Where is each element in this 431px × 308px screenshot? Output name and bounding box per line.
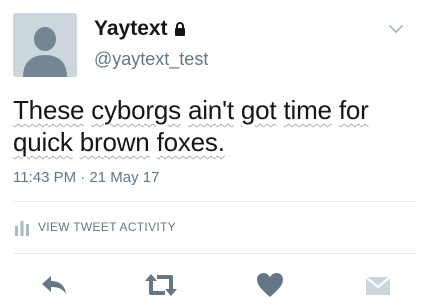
tweet-word: brown [79, 127, 150, 157]
bar-chart-icon [15, 221, 29, 236]
lock-icon [174, 22, 185, 36]
view-tweet-activity-label[interactable]: VIEW TWEET ACTIVITY [38, 220, 176, 234]
tweet-timestamp[interactable]: 11:43 PM · 21 May 17 [13, 169, 159, 186]
display-name-text[interactable]: Yaytext [94, 17, 168, 41]
tweet-word: cyborgs [91, 95, 181, 125]
user-handle[interactable]: @yaytext_test [94, 49, 208, 70]
direct-message-icon[interactable] [364, 274, 392, 296]
divider [13, 253, 416, 254]
display-name[interactable]: Yaytext [94, 17, 186, 41]
view-tweet-activity-button[interactable]: VIEW TWEET ACTIVITY [14, 218, 176, 236]
tweet-word: ain't [187, 95, 234, 125]
heart-icon[interactable] [256, 272, 284, 298]
tweet-word: time [283, 95, 332, 125]
tweet-text: These cyborgs ain't got time for quick b… [13, 94, 418, 158]
default-avatar-icon [13, 13, 77, 77]
tweet-word: quick [13, 127, 73, 157]
retweet-icon[interactable] [143, 272, 179, 298]
chevron-down-icon[interactable] [389, 24, 403, 34]
tweet-word: foxes. [156, 127, 225, 157]
tweet-word: These [13, 95, 85, 125]
tweet-word: for [338, 95, 369, 125]
tweet-word: got [240, 95, 277, 125]
reply-icon[interactable] [40, 274, 68, 296]
divider [13, 201, 416, 202]
tweet-actions [0, 265, 431, 305]
avatar[interactable] [13, 13, 77, 77]
